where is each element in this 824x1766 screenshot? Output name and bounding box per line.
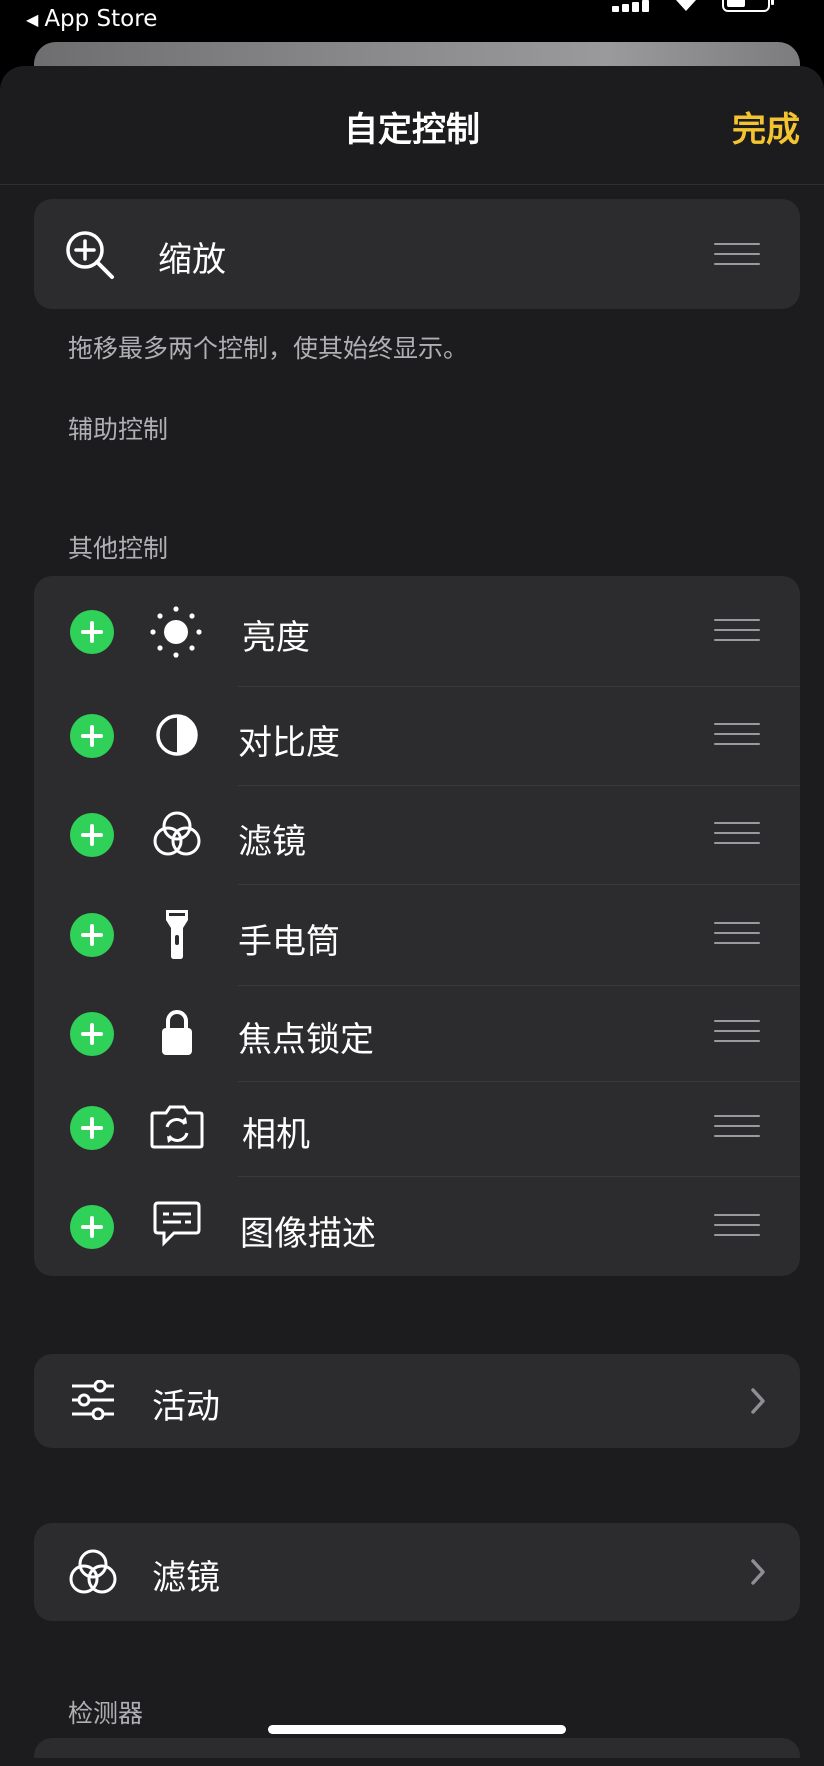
reorder-handle-icon[interactable]	[714, 243, 760, 269]
other-controls-card: 亮度 对比度 滤镜 手电筒 焦点锁定 相机 图像描述	[34, 576, 800, 1276]
pinned-hint: 拖移最多两个控制，使其始终显示。	[68, 334, 469, 363]
add-control-button[interactable]	[70, 1106, 114, 1150]
back-triangle-icon: ◀	[26, 9, 39, 29]
customize-controls-sheet: 自定控制 完成 缩放 拖移最多两个控制，使其始终显示。 辅助控制 其他控制 亮度…	[0, 66, 824, 1766]
reorder-handle-icon[interactable]	[714, 619, 760, 645]
chevron-right-icon	[751, 1388, 765, 1414]
contrast-icon	[156, 714, 198, 756]
add-control-button[interactable]	[70, 913, 114, 957]
add-control-button[interactable]	[70, 1205, 114, 1249]
control-row-image-description[interactable]: 图像描述	[34, 1176, 800, 1276]
control-label: 亮度	[242, 618, 310, 658]
reorder-handle-icon[interactable]	[714, 1020, 760, 1046]
control-label: 手电筒	[238, 922, 340, 962]
section-header-assistive: 辅助控制	[68, 415, 169, 444]
back-app-label: App Store	[44, 6, 158, 32]
nav-row-label: 滤镜	[152, 1558, 220, 1598]
message-icon	[153, 1201, 201, 1247]
lock-icon	[162, 1010, 192, 1055]
control-row-brightness[interactable]: 亮度	[34, 576, 800, 686]
pinned-controls-card: 缩放	[34, 199, 800, 309]
navigation-bar: 自定控制 完成	[0, 66, 824, 185]
home-indicator[interactable]	[268, 1725, 566, 1734]
nav-row-filters[interactable]: 滤镜	[34, 1523, 800, 1621]
control-row-flashlight[interactable]: 手电筒	[34, 884, 800, 985]
reorder-handle-icon[interactable]	[714, 822, 760, 848]
sliders-icon	[72, 1380, 114, 1420]
control-row-filters[interactable]: 滤镜	[34, 785, 800, 884]
reorder-handle-icon[interactable]	[714, 1115, 760, 1141]
control-label: 焦点锁定	[238, 1020, 374, 1060]
add-control-button[interactable]	[70, 1012, 114, 1056]
control-label: 滤镜	[238, 822, 306, 862]
reorder-handle-icon[interactable]	[714, 723, 760, 749]
done-button[interactable]: 完成	[732, 102, 800, 151]
camera-switch-icon	[150, 1105, 204, 1149]
activity-card: 活动	[34, 1354, 800, 1448]
reorder-handle-icon[interactable]	[714, 922, 760, 948]
detectors-card	[34, 1738, 800, 1758]
add-control-button[interactable]	[70, 813, 114, 857]
add-control-button[interactable]	[70, 714, 114, 758]
filters-card: 滤镜	[34, 1523, 800, 1621]
nav-row-label: 活动	[152, 1387, 220, 1427]
add-control-button[interactable]	[70, 610, 114, 654]
control-row-focus-lock[interactable]: 焦点锁定	[34, 985, 800, 1081]
back-to-app-store[interactable]: ◀ App Store	[26, 6, 157, 32]
pinned-label: 缩放	[158, 240, 226, 280]
reorder-handle-icon[interactable]	[714, 1214, 760, 1240]
status-bar: ◀ App Store	[0, 0, 824, 44]
chevron-right-icon	[751, 1559, 765, 1585]
section-header-other: 其他控制	[68, 534, 169, 563]
control-row-camera[interactable]: 相机	[34, 1081, 800, 1176]
pinned-row-zoom[interactable]: 缩放	[34, 199, 800, 309]
filters-icon	[69, 1549, 117, 1594]
filters-icon	[153, 811, 201, 856]
flashlight-icon	[166, 910, 188, 959]
battery-icon	[722, 0, 774, 12]
section-header-detectors: 检测器	[68, 1699, 144, 1728]
nav-row-activity[interactable]: 活动	[34, 1354, 800, 1448]
control-row-contrast[interactable]: 对比度	[34, 686, 800, 785]
control-label: 相机	[242, 1115, 310, 1155]
zoom-in-icon	[66, 231, 114, 279]
control-label: 对比度	[238, 723, 340, 763]
brightness-icon	[150, 606, 202, 658]
cellular-signal-icon	[612, 0, 652, 12]
wifi-icon	[676, 0, 696, 11]
page-title: 自定控制	[344, 110, 480, 150]
control-label: 图像描述	[240, 1214, 376, 1254]
